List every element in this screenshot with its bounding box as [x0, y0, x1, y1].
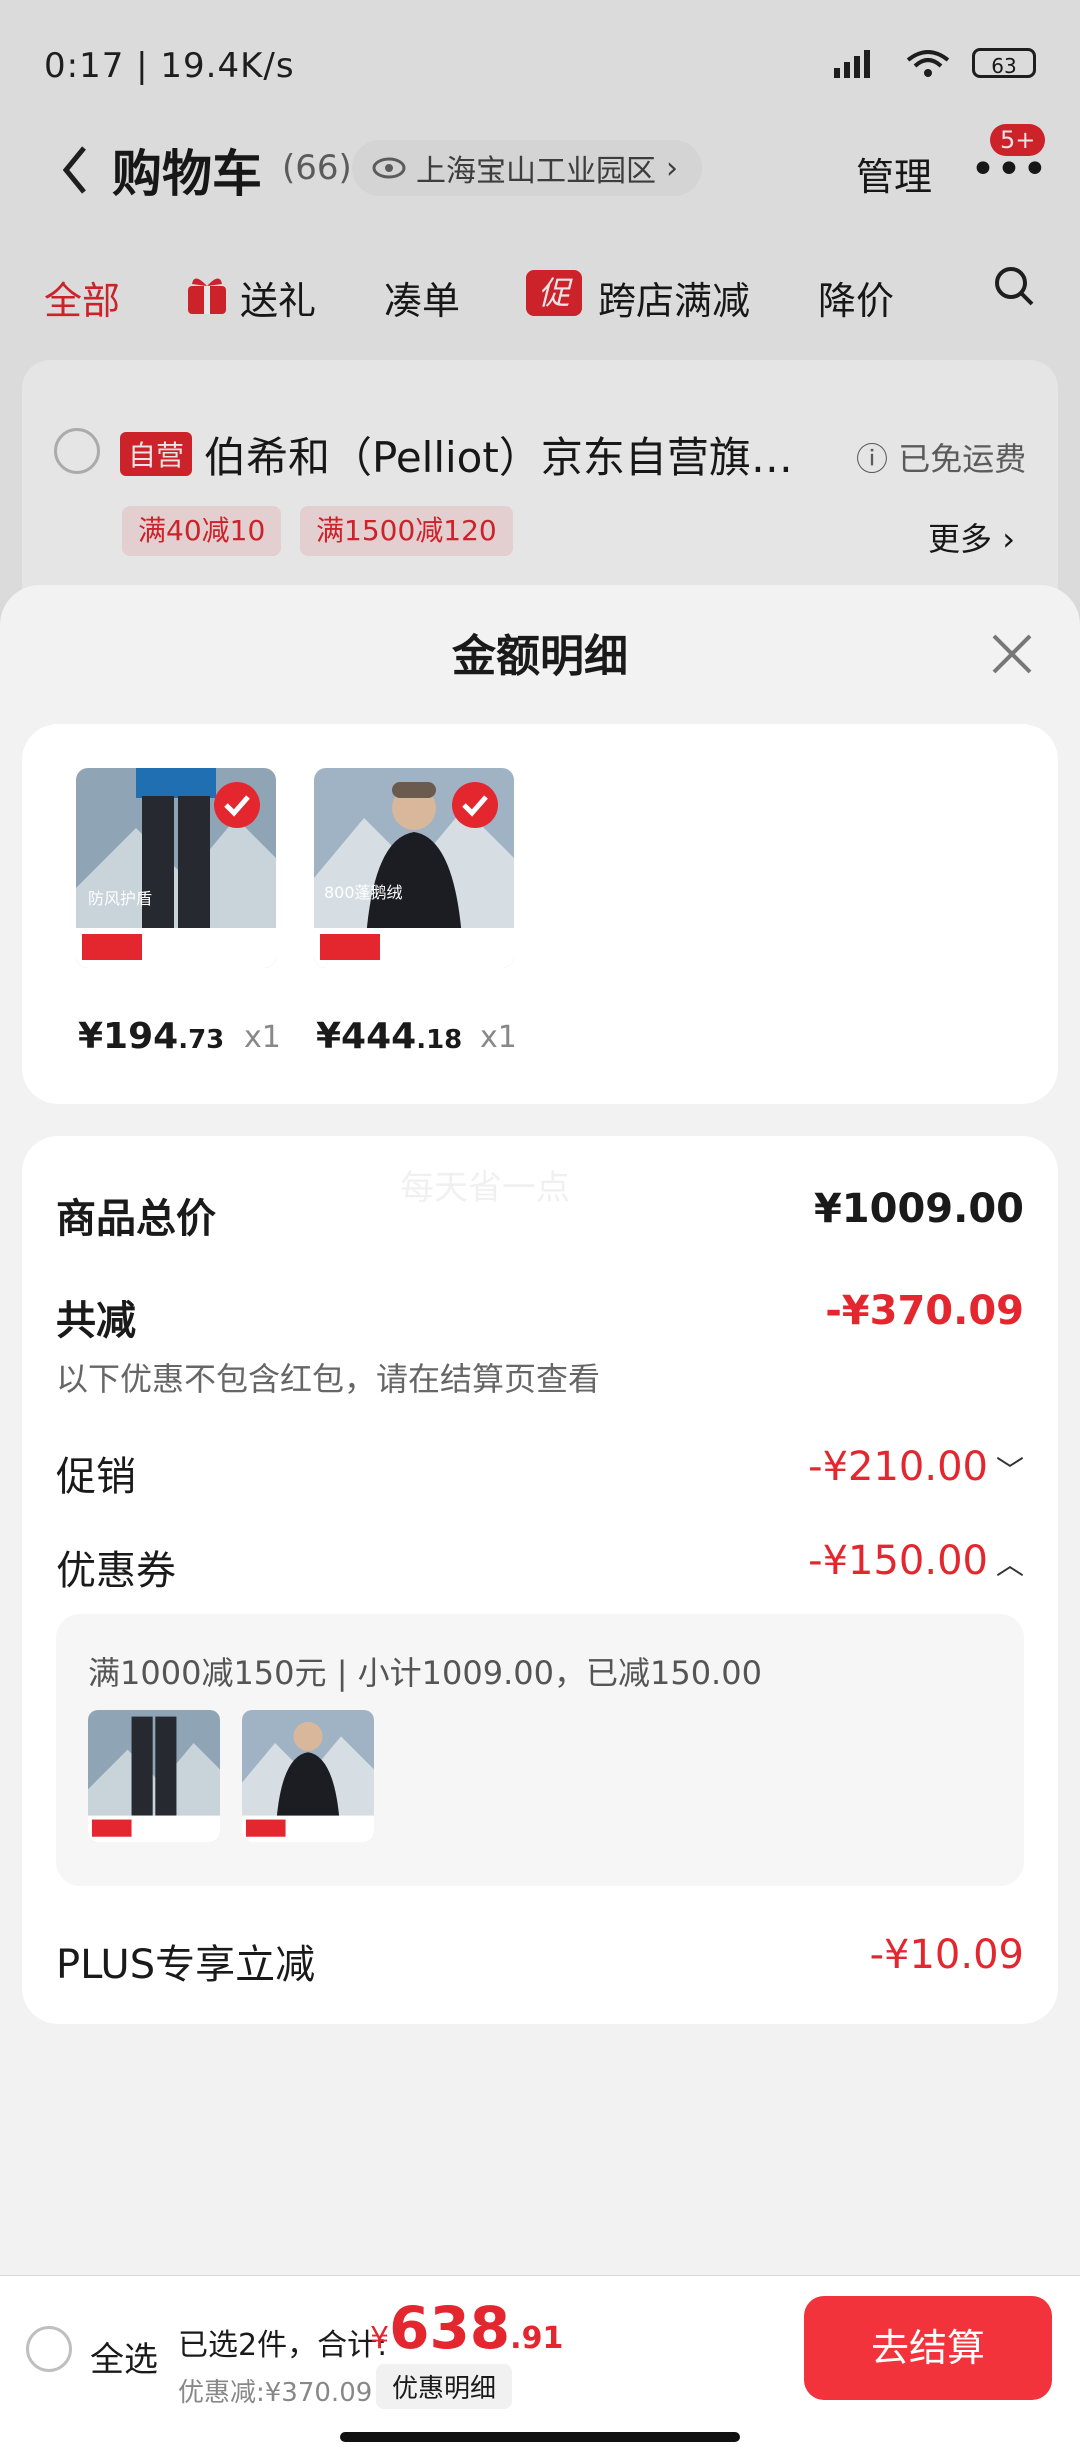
coupon-value: -¥150.00 [808, 1538, 988, 1584]
product-qty: x1 [244, 1020, 281, 1055]
coupon-detail-text: 满1000减150元 | 小计1009.00，已减150.00 [88, 1654, 762, 1692]
svg-text:防风护盾: 防风护盾 [88, 889, 152, 908]
check-icon[interactable] [214, 782, 260, 828]
price-dec: .73 [178, 1025, 225, 1055]
total-dec: .91 [510, 2321, 564, 2356]
selected-summary: 已选2件，合计: [178, 2328, 388, 2363]
watermark-text: 每天省一点 [400, 1168, 570, 1208]
promotion-row-toggle[interactable]: -¥210.00 ﹀ [808, 1444, 1024, 1490]
price-int: ¥444 [316, 1016, 417, 1057]
product-price: ¥194.73 [78, 1016, 224, 1057]
close-icon[interactable] [988, 630, 1036, 678]
total-reduce-value: -¥370.09 [825, 1288, 1024, 1334]
price-int: ¥194 [78, 1016, 179, 1057]
chevron-down-icon: ﹀ [995, 1454, 1024, 1487]
sheet-title: 金额明细 [452, 631, 628, 682]
check-icon[interactable] [452, 782, 498, 828]
coupon-product-pants [88, 1710, 220, 1842]
promotion-label: 促销 [56, 1454, 136, 1500]
total-currency: ¥ [370, 2321, 390, 2356]
goods-total-value: ¥1009.00 [813, 1186, 1024, 1232]
coupon-row-toggle[interactable]: -¥150.00 ︿ [808, 1538, 1024, 1584]
total-reduce-label: 共减 [56, 1298, 136, 1344]
discount-note: 以下优惠不包含红包，请在结算页查看 [56, 1360, 601, 1398]
discount-detail-button[interactable]: 优惠明细 [376, 2364, 513, 2409]
total-int: 638 [389, 2294, 511, 2362]
coupon-label: 优惠券 [56, 1548, 176, 1594]
coupon-product-jacket [242, 1710, 374, 1842]
product-qty: x1 [480, 1020, 517, 1055]
total-amount: ¥638.91 [370, 2294, 563, 2362]
discount-summary: 优惠减:¥370.09 [178, 2378, 373, 2408]
goods-total-label: 商品总价 [56, 1196, 216, 1242]
chevron-up-icon: ︿ [995, 1548, 1024, 1581]
select-all-radio[interactable] [26, 2326, 72, 2372]
home-indicator [340, 2432, 740, 2442]
select-all-label[interactable]: 全选 [90, 2332, 158, 2381]
price-dec: .18 [416, 1025, 463, 1055]
plus-discount-label: PLUS专享立减 [56, 1942, 316, 1988]
promotion-value: -¥210.00 [808, 1444, 988, 1490]
plus-discount-value: -¥10.09 [869, 1932, 1024, 1978]
svg-text:800蓬鹅绒: 800蓬鹅绒 [324, 883, 403, 902]
product-price: ¥444.18 [316, 1016, 462, 1057]
checkout-button[interactable]: 去结算 [804, 2296, 1052, 2400]
